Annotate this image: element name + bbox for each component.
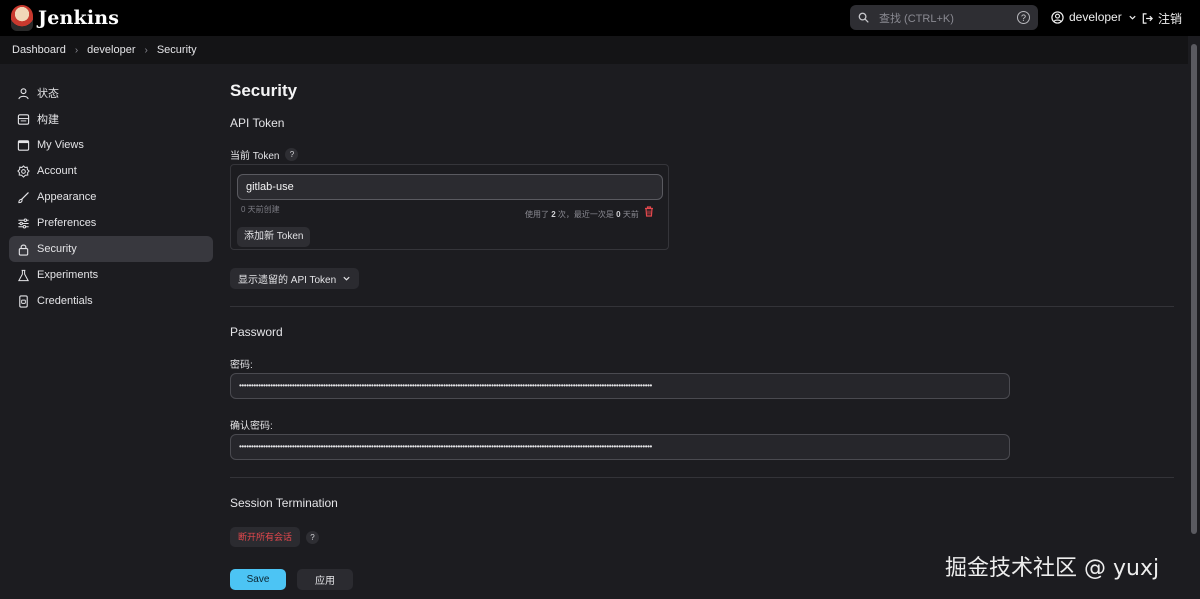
password-input[interactable]: ••••••••••••••••••••••••••••••••••••••••… — [230, 373, 1010, 399]
chevron-down-icon — [343, 276, 350, 281]
sidebar-item-label: Experiments — [37, 269, 99, 281]
brush-icon — [17, 191, 30, 204]
jenkins-logo[interactable]: Jenkins — [11, 5, 119, 31]
user-name: developer — [1069, 10, 1122, 24]
password-section-title: Password — [230, 325, 283, 339]
top-header: Jenkins 查找 (CTRL+K) ? developer 注销 — [0, 0, 1200, 36]
trash-icon[interactable] — [644, 206, 654, 220]
search-help-icon[interactable]: ? — [1017, 11, 1030, 24]
phone-icon — [17, 294, 30, 308]
sidebar-item-builds[interactable]: 构建 — [9, 106, 213, 132]
confirm-password-label: 确认密码: — [230, 421, 273, 432]
sidebar-item-status[interactable]: 状态 — [9, 80, 213, 106]
lock-icon — [17, 243, 30, 256]
sliders-icon — [17, 217, 30, 230]
help-icon[interactable]: ? — [306, 531, 319, 544]
sidebar-item-label: Appearance — [37, 191, 97, 203]
sidebar-item-label: 状态 — [37, 88, 59, 100]
breadcrumb-separator-icon: › — [144, 44, 148, 56]
sidebar-item-label: My Views — [37, 139, 84, 151]
logout-label: 注销 — [1158, 12, 1183, 26]
breadcrumb: Dashboard › developer › Security — [0, 36, 1200, 64]
sidebar-item-label: Credentials — [37, 295, 93, 307]
app-name: Jenkins — [38, 7, 120, 29]
scrollbar-thumb[interactable] — [1191, 44, 1197, 534]
add-token-button[interactable]: 添加新 Token — [237, 227, 311, 247]
breadcrumb-dashboard[interactable]: Dashboard — [12, 44, 66, 56]
logout-link[interactable]: 注销 — [1141, 10, 1182, 27]
sidebar-item-label: Account — [37, 165, 77, 177]
current-token-label: 当前 Token ? — [230, 147, 299, 162]
user-icon — [17, 87, 30, 100]
window-icon — [17, 139, 30, 152]
sidebar-item-credentials[interactable]: Credentials — [9, 288, 213, 314]
flask-icon — [17, 269, 30, 282]
show-legacy-token-button[interactable]: 显示遗留的 API Token — [230, 268, 360, 289]
search-icon — [858, 12, 869, 23]
breadcrumb-security[interactable]: Security — [157, 44, 197, 56]
confirm-password-input[interactable]: ••••••••••••••••••••••••••••••••••••••••… — [230, 434, 1010, 460]
user-menu[interactable]: developer — [1051, 10, 1137, 24]
watermark: 掘金技术社区 @ yuxj — [945, 556, 1160, 581]
logout-icon — [1142, 13, 1153, 24]
sidebar-item-appearance[interactable]: Appearance — [9, 184, 213, 210]
breadcrumb-developer[interactable]: developer — [87, 44, 135, 56]
sidebar-item-account[interactable]: Account — [9, 158, 213, 184]
legacy-token-label: 显示遗留的 API Token — [238, 275, 337, 286]
chevron-down-icon — [1129, 15, 1136, 20]
page-title: Security — [230, 81, 298, 100]
session-termination-section-title: Session Termination — [230, 496, 338, 510]
sidebar-item-label: Security — [37, 243, 77, 255]
current-token-label-text: 当前 Token — [230, 151, 280, 162]
builds-icon — [17, 113, 30, 126]
api-token-section-title: API Token — [230, 116, 285, 130]
sidebar-item-label: Preferences — [37, 217, 97, 229]
sidebar-item-my-views[interactable]: My Views — [9, 132, 213, 158]
token-panel: gitlab-use 0 天前创建 使用了 2 次，最近一次是 0 天前 添加新… — [230, 164, 669, 250]
token-usage-text: 使用了 2 次，最近一次是 0 天前 — [525, 210, 639, 219]
section-divider — [230, 306, 1174, 307]
apply-button[interactable]: 应用 — [297, 569, 353, 590]
save-button[interactable]: Save — [230, 569, 286, 590]
user-circle-icon — [1051, 10, 1064, 24]
sidebar-item-security[interactable]: Security — [9, 236, 213, 262]
password-label: 密码: — [230, 360, 253, 371]
help-icon[interactable]: ? — [285, 148, 299, 161]
gear-icon — [17, 164, 30, 178]
section-divider — [230, 477, 1174, 478]
token-created-text: 0 天前创建 — [241, 205, 280, 214]
breadcrumb-separator-icon: › — [74, 44, 79, 56]
sidebar-item-experiments[interactable]: Experiments — [9, 262, 213, 288]
token-name-input[interactable]: gitlab-use — [237, 174, 663, 200]
search-placeholder: 查找 (CTRL+K) — [879, 12, 954, 25]
jenkins-butler-icon — [11, 5, 33, 31]
sidebar-item-label: 构建 — [37, 114, 59, 126]
terminate-sessions-button[interactable]: 断开所有会话 — [230, 527, 301, 547]
search-input[interactable]: 查找 (CTRL+K) ? — [850, 5, 1038, 30]
sidebar-item-preferences[interactable]: Preferences — [9, 210, 213, 236]
sidebar: 状态 构建 My Views Account Appearance Prefer… — [9, 80, 213, 314]
